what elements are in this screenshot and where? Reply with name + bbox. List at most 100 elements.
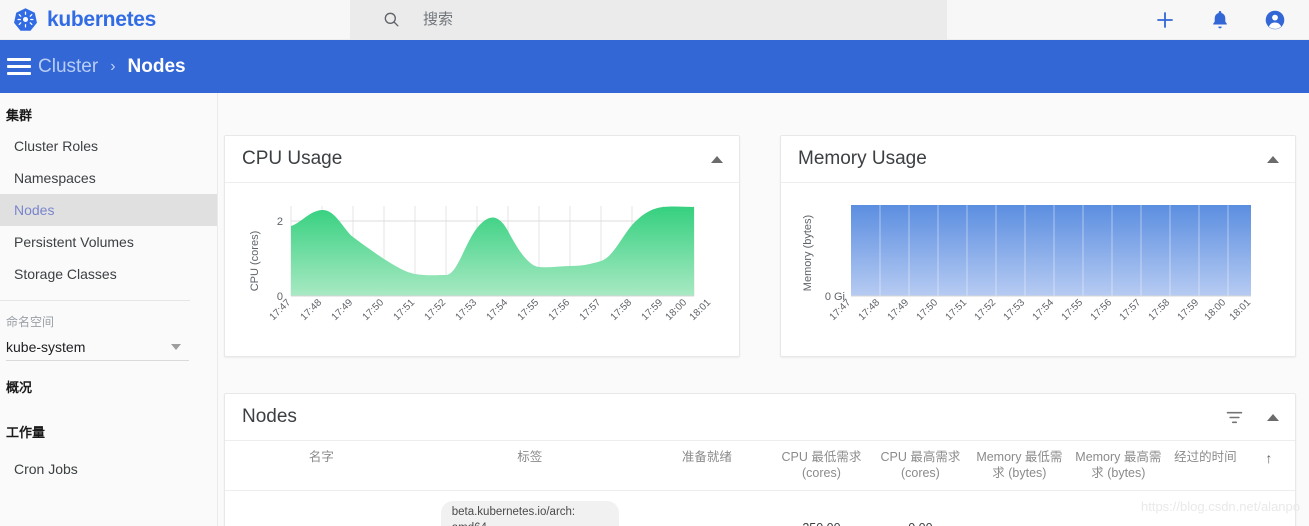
namespace-label: 命名空间: [6, 315, 55, 329]
svg-text:17:58: 17:58: [609, 297, 635, 323]
memory-usage-card-header: Memory Usage: [781, 136, 1295, 183]
svg-text:17:55: 17:55: [516, 297, 542, 323]
chevron-up-icon[interactable]: [1267, 155, 1279, 163]
watermark: https://blog.csdn.net/alanpo: [1140, 499, 1300, 514]
chevron-up-icon[interactable]: [711, 155, 723, 163]
sidebar-section-workloads: 工作量: [6, 425, 46, 440]
cpu-area-path: [291, 206, 694, 296]
svg-text:17:51: 17:51: [392, 297, 418, 323]
search-icon: [384, 12, 399, 27]
bell-icon[interactable]: [1208, 8, 1232, 32]
breadcrumb-parent[interactable]: Cluster: [38, 56, 98, 78]
svg-text:18:01: 18:01: [688, 297, 714, 323]
svg-text:17:50: 17:50: [915, 297, 941, 323]
column-header-age[interactable]: 经过的时间: [1167, 441, 1243, 492]
memory-y-axis-title: Memory (bytes): [802, 215, 814, 291]
svg-text:17:59: 17:59: [1176, 297, 1202, 323]
cpu-usage-chart: 2 0 CPU (cores) 17:47 17:48 17:49 17:50 …: [225, 183, 739, 343]
svg-text:17:59: 17:59: [640, 297, 666, 323]
sidebar-section-overview[interactable]: 概况: [0, 361, 217, 402]
svg-text:17:53: 17:53: [454, 297, 480, 323]
namespace-selected-value: kube-system: [6, 338, 86, 355]
cell-memory-min: [970, 491, 1069, 526]
column-header-labels[interactable]: 标签: [417, 441, 642, 492]
memory-area-chart-svg: 0 Gi Memory (bytes) 17:47 17:48 17:49 17…: [802, 205, 1254, 323]
breadcrumb-current: Nodes: [127, 55, 186, 77]
nodes-card-header: Nodes: [225, 394, 1295, 441]
sidebar-item-nodes[interactable]: Nodes: [0, 194, 217, 226]
brand[interactable]: kubernetes: [0, 7, 350, 32]
cpu-usage-card-header: CPU Usage: [225, 136, 739, 183]
svg-text:17:58: 17:58: [1147, 297, 1173, 323]
search-bar[interactable]: [350, 0, 947, 40]
svg-text:17:52: 17:52: [973, 297, 999, 323]
brand-name: kubernetes: [47, 7, 157, 31]
nodes-table-body: beta.kubernetes.io/arch: amd64 250.00 0.…: [225, 491, 1295, 526]
cpu-x-tick-labels: 17:47 17:48 17:49 17:50 17:51 17:52 17:5…: [268, 297, 714, 323]
column-header-cpu-min[interactable]: CPU 最低需求 (cores): [771, 441, 871, 492]
memory-usage-card: Memory Usage 0 Gi Memory (bytes) 17:47 1…: [780, 135, 1296, 357]
svg-text:17:57: 17:57: [1118, 297, 1144, 323]
sidebar-item-persistent-volumes[interactable]: Persistent Volumes: [0, 226, 217, 258]
sidebar-item-label: Cluster Roles: [14, 138, 99, 154]
sidebar-item-label: Cron Jobs: [14, 461, 78, 477]
cell-cpu-max: 0.00: [871, 491, 970, 526]
svg-text:17:52: 17:52: [423, 297, 449, 323]
cpu-usage-card: CPU Usage 2 0 CPU (cores) 17:47 17:48 17…: [224, 135, 740, 357]
column-header-sort-indicator[interactable]: ↑: [1242, 441, 1295, 492]
nodes-table: 名字 标签 准备就绪 CPU 最低需求 (cores) CPU 最高需求 (co…: [225, 441, 1295, 526]
sidebar-item-storage-classes[interactable]: Storage Classes: [0, 258, 217, 290]
memory-usage-title: Memory Usage: [798, 148, 927, 169]
memory-area-path: [851, 205, 1251, 296]
sidebar: 集群 Cluster Roles Namespaces Nodes Persis…: [0, 93, 218, 526]
top-bar: kubernetes: [0, 0, 1309, 40]
chevron-up-icon[interactable]: [1267, 413, 1279, 421]
cpu-area-chart-svg: 2 0 CPU (cores) 17:47 17:48 17:49 17:50 …: [249, 206, 714, 323]
sidebar-item-cluster-roles[interactable]: Cluster Roles: [0, 130, 217, 162]
cpu-usage-title: CPU Usage: [242, 148, 343, 169]
cell-name: [225, 491, 418, 526]
sidebar-item-label: Namespaces: [14, 170, 96, 186]
column-header-cpu-max[interactable]: CPU 最高需求 (cores): [870, 441, 970, 492]
svg-text:17:55: 17:55: [1060, 297, 1086, 323]
nodes-table-card: Nodes 名字 标签 准备就绪 CPU 最低需求 (cores) CPU 最高…: [224, 393, 1296, 526]
plus-icon[interactable]: [1153, 8, 1177, 32]
svg-text:17:49: 17:49: [330, 297, 356, 323]
search-input[interactable]: [423, 11, 873, 28]
svg-text:18:00: 18:00: [1203, 297, 1229, 323]
svg-text:17:57: 17:57: [578, 297, 604, 323]
svg-text:17:48: 17:48: [299, 297, 325, 323]
sidebar-section-cluster: 集群: [6, 108, 33, 123]
filter-list-icon[interactable]: [1224, 407, 1245, 428]
account-circle-icon[interactable]: [1263, 8, 1287, 32]
svg-text:17:56: 17:56: [1089, 297, 1115, 323]
sidebar-item-namespaces[interactable]: Namespaces: [0, 162, 217, 194]
svg-text:17:50: 17:50: [361, 297, 387, 323]
memory-x-tick-labels: 17:47 17:48 17:49 17:50 17:51 17:52 17:5…: [828, 297, 1254, 323]
svg-text:18:00: 18:00: [664, 297, 690, 323]
sidebar-item-cron-jobs[interactable]: Cron Jobs: [0, 453, 217, 485]
cell-labels: beta.kubernetes.io/arch: amd64: [418, 491, 642, 526]
kubernetes-wheel-logo: [14, 8, 37, 31]
top-actions: [1153, 8, 1309, 32]
svg-text:17:54: 17:54: [485, 297, 511, 323]
svg-text:17:56: 17:56: [547, 297, 573, 323]
svg-text:17:54: 17:54: [1031, 297, 1057, 323]
namespace-select[interactable]: kube-system: [6, 333, 189, 361]
table-row[interactable]: beta.kubernetes.io/arch: amd64 250.00 0.…: [225, 491, 1295, 526]
sidebar-item-label: Persistent Volumes: [14, 234, 134, 250]
column-header-name[interactable]: 名字: [225, 441, 418, 492]
hamburger-menu-icon: [7, 57, 31, 76]
hamburger-menu-button[interactable]: [0, 57, 38, 76]
nodes-table-head: 名字 标签 准备就绪 CPU 最低需求 (cores) CPU 最高需求 (co…: [225, 441, 1295, 492]
arrow-up-icon: ↑: [1265, 450, 1273, 466]
svg-text:17:51: 17:51: [944, 297, 970, 323]
column-header-memory-min[interactable]: Memory 最低需求 (bytes): [969, 441, 1069, 492]
main-content: CPU Usage 2 0 CPU (cores) 17:47 17:48 17…: [218, 93, 1309, 526]
sidebar-item-label: Nodes: [14, 202, 55, 218]
chevron-right-icon: ›: [110, 57, 116, 75]
label-chip: beta.kubernetes.io/arch: amd64: [440, 501, 619, 526]
column-header-memory-max[interactable]: Memory 最高需求 (bytes): [1068, 441, 1168, 492]
column-header-ready[interactable]: 准备就绪: [641, 441, 772, 492]
sidebar-item-label: Storage Classes: [14, 266, 117, 282]
